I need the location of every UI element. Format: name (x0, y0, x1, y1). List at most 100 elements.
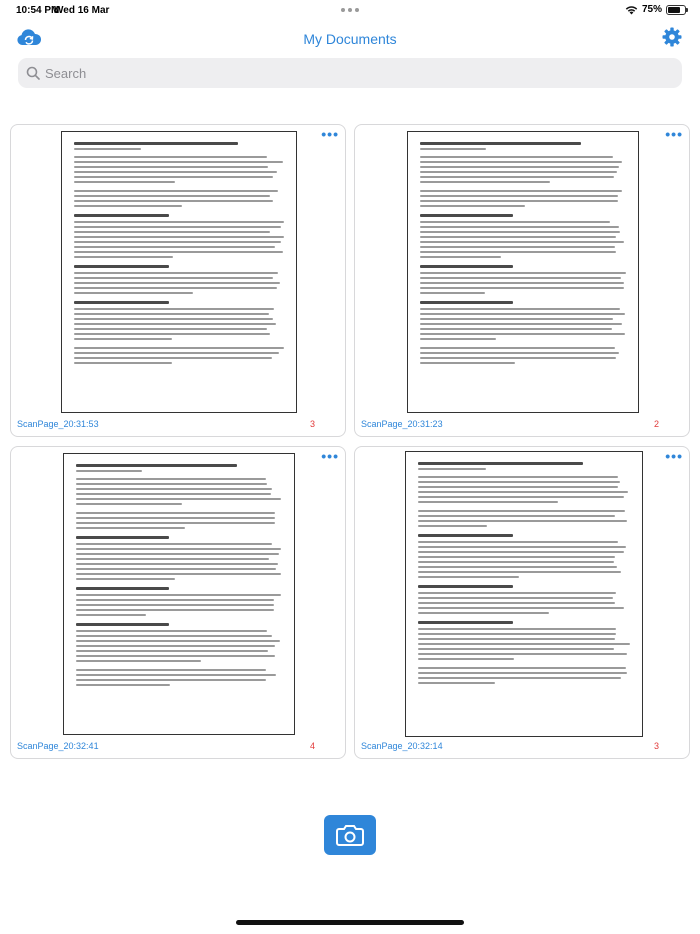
text-line (418, 546, 626, 548)
text-line (76, 573, 282, 575)
document-name[interactable]: ScanPage_20:31:23 (361, 419, 443, 429)
text-line (76, 470, 142, 472)
text-line (420, 272, 626, 274)
more-options-button[interactable]: ••• (665, 127, 683, 141)
text-line (74, 313, 270, 315)
text-line (418, 653, 627, 655)
text-line (76, 568, 277, 570)
text-line (420, 156, 613, 158)
document-thumbnail[interactable] (407, 131, 639, 413)
text-line (420, 171, 617, 173)
settings-button[interactable] (662, 27, 684, 49)
text-line (418, 585, 514, 588)
multitasking-dots-icon[interactable] (341, 8, 359, 12)
battery-icon (666, 4, 688, 15)
search-bar[interactable] (18, 58, 682, 88)
text-line (74, 328, 268, 330)
text-line (74, 171, 277, 173)
text-line (418, 481, 621, 483)
text-line (420, 221, 610, 223)
document-name[interactable]: ScanPage_20:32:14 (361, 741, 443, 751)
text-line (76, 488, 272, 490)
text-line (74, 142, 238, 145)
text-line (418, 612, 549, 614)
text-line (418, 491, 629, 493)
text-line (74, 236, 284, 238)
text-line (420, 277, 622, 279)
document-name[interactable]: ScanPage_20:31:53 (17, 419, 99, 429)
text-line (418, 597, 614, 599)
text-line (74, 347, 284, 349)
text-line (420, 282, 624, 284)
page-count-badge: 2 (653, 419, 659, 429)
text-line (420, 318, 614, 320)
text-line (418, 556, 616, 558)
text-line (76, 650, 268, 652)
text-line (420, 161, 622, 163)
document-thumbnail[interactable] (405, 451, 643, 737)
text-line (418, 476, 618, 478)
text-line (76, 623, 169, 626)
text-line (420, 338, 497, 340)
text-line (420, 214, 513, 217)
text-line (420, 226, 620, 228)
status-indicators: 75% (625, 4, 688, 15)
document-card[interactable]: ••• ScanPage_20:32:14 3 (354, 446, 690, 759)
camera-icon (336, 825, 364, 846)
text-line (418, 592, 616, 594)
text-line (420, 195, 618, 197)
document-thumbnail[interactable] (61, 131, 297, 413)
text-line (418, 486, 619, 488)
text-line (74, 251, 283, 253)
text-line (76, 674, 276, 676)
page-count-badge: 4 (309, 741, 315, 751)
page-count-badge: 3 (309, 419, 315, 429)
text-line (418, 462, 584, 465)
text-line (418, 682, 495, 684)
text-line (420, 313, 625, 315)
text-line (420, 333, 625, 335)
text-line (76, 478, 266, 480)
home-indicator[interactable] (236, 920, 464, 925)
text-line (74, 226, 281, 228)
document-name[interactable]: ScanPage_20:32:41 (17, 741, 99, 751)
text-line (76, 635, 273, 637)
document-thumbnail[interactable] (63, 453, 295, 735)
text-line (76, 517, 275, 519)
document-card[interactable]: ••• ScanPage_20:31:23 2 (354, 124, 690, 437)
text-line (418, 607, 624, 609)
text-line (76, 679, 267, 681)
text-line (76, 655, 275, 657)
status-time: 10:54 PM (16, 5, 60, 16)
text-line (420, 190, 622, 192)
wifi-icon (625, 5, 638, 14)
text-line (420, 181, 550, 183)
text-line (76, 669, 266, 671)
text-line (418, 643, 630, 645)
text-line (76, 543, 272, 545)
search-input[interactable] (45, 65, 645, 81)
text-line (76, 522, 275, 524)
text-line (418, 667, 626, 669)
more-options-button[interactable]: ••• (321, 127, 339, 141)
document-card[interactable]: ••• ScanPage_20:31:53 3 (10, 124, 346, 437)
more-options-button[interactable]: ••• (321, 449, 339, 463)
text-line (74, 282, 280, 284)
more-options-button[interactable]: ••• (665, 449, 683, 463)
status-date: Wed 16 Mar (54, 5, 110, 16)
scan-camera-button[interactable] (324, 815, 376, 855)
text-line (76, 587, 169, 590)
text-line (74, 292, 193, 294)
text-line (420, 256, 502, 258)
text-line (420, 205, 525, 207)
text-line (418, 510, 625, 512)
text-line (418, 571, 622, 573)
text-line (418, 672, 628, 674)
page-count-badge: 3 (653, 741, 659, 751)
text-line (76, 604, 275, 606)
gear-icon (662, 27, 682, 47)
document-card[interactable]: ••• ScanPage_20:32:41 4 (10, 446, 346, 759)
text-line (420, 148, 486, 150)
text-line (418, 561, 615, 563)
text-line (74, 265, 169, 268)
